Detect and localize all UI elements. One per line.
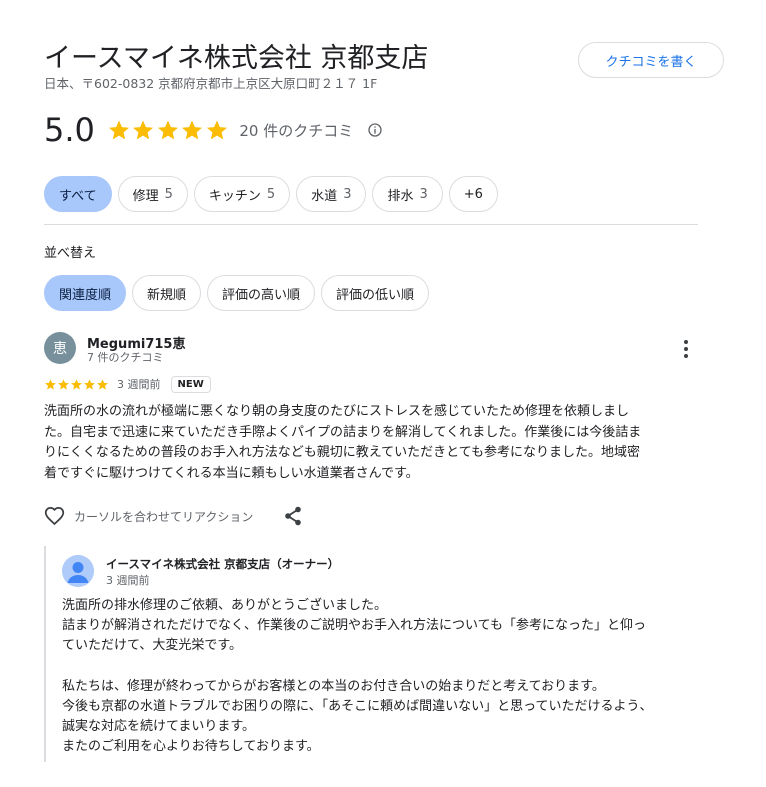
review-text-line: た。自宅まで迅速に来ていただき手際よくパイプの詰まりを解消してくれました。作業後…	[44, 424, 642, 440]
review-stars	[44, 378, 109, 391]
reaction-label: カーソルを合わせてリアクション	[74, 509, 254, 524]
review-count: 20 件のクチコミ	[239, 121, 354, 140]
sort-newest[interactable]: 新規順	[132, 275, 202, 311]
business-address: 日本、〒602-0832 京都府京都市上京区大原口町２１７ 1F	[44, 76, 378, 91]
filter-chip-repair[interactable]: 修理 5	[117, 176, 188, 212]
rating-summary: 5.0 20 件のクチコミ	[44, 108, 383, 152]
heart-outline-icon[interactable]	[44, 506, 65, 527]
reaction-button[interactable]: カーソルを合わせてリアクション	[44, 505, 253, 527]
share-icon[interactable]	[284, 506, 302, 526]
star-icon	[133, 120, 154, 140]
star-icon	[45, 378, 56, 390]
owner-reply-line: 誠実な対応を続けてまいります。	[62, 719, 256, 735]
filter-chip-water[interactable]: 水道 3	[296, 176, 367, 212]
default-user-icon	[62, 555, 94, 587]
new-badge: NEW	[170, 375, 211, 393]
review-text-line: 洗面所の水の流れが極端に悪くなり朝の身支度のたびにストレスを感じていたため修理を…	[44, 404, 630, 419]
owner-reply-line: 私たちは、修理が終わってからがお客様との本当のお付き合いの始まりだと考えておりま…	[62, 678, 605, 694]
info-icon[interactable]	[367, 122, 383, 138]
star-icon	[97, 378, 108, 390]
reviewer-meta: 7 件のクチコミ	[87, 351, 164, 364]
owner-reply-border	[44, 546, 46, 762]
owner-reply-line: ていただけて、大変光栄です。	[62, 638, 243, 654]
more-vert-icon[interactable]	[676, 338, 696, 360]
sort-lowest[interactable]: 評価の低い順	[321, 275, 430, 311]
owner-reply-line: 洗面所の排水修理のご依頼、ありがとうございました。	[62, 598, 388, 613]
write-review-button[interactable]: クチコミを書く	[578, 42, 724, 78]
sort-highest[interactable]: 評価の高い順	[207, 275, 316, 311]
review-text-line: りにくくなるための普段のお手入れ方法なども親切に教えていただきとても参考になりま…	[44, 445, 641, 461]
star-icon	[182, 120, 203, 140]
star-icon	[108, 120, 129, 140]
owner-reply-line: 詰まりが解消されただけでなく、作業後のご説明やお手入れ方法についても「参考になっ…	[62, 618, 646, 634]
owner-reply-gap	[62, 657, 702, 677]
rating-value: 5.0	[44, 111, 95, 149]
filter-chip-drain[interactable]: 排水 3	[372, 176, 443, 212]
star-icon	[58, 378, 69, 390]
owner-reply-date: 3 週間前	[106, 574, 150, 587]
reviewer-avatar[interactable]: 恵	[44, 332, 76, 364]
rating-stars	[107, 118, 230, 142]
filter-chip-more[interactable]: +6	[448, 176, 498, 212]
business-name: イースマイネ株式会社 京都支店	[44, 43, 429, 74]
sort-chips: 関連度順 新規順 評価の高い順 評価の低い順	[44, 275, 430, 311]
star-icon	[84, 378, 95, 390]
owner-name: イースマイネ株式会社 京都支店（オーナー）	[106, 557, 340, 571]
star-icon	[206, 120, 227, 140]
filter-chips: すべて 修理 5 キッチン 5 水道 3 排水 3 +6	[44, 176, 498, 212]
owner-reply-line: またのご利用を心よりお待ちしております。	[62, 739, 320, 755]
filter-chip-kitchen[interactable]: キッチン 5	[193, 176, 291, 212]
star-icon	[71, 378, 82, 390]
star-icon	[157, 120, 178, 140]
owner-reply-text: 洗面所の排水修理のご依頼、ありがとうございました。 詰まりが解消されただけでなく…	[62, 596, 702, 758]
review-rating-row: 3 週間前 NEW	[44, 373, 211, 395]
sort-relevance[interactable]: 関連度順	[44, 275, 127, 311]
review-date: 3 週間前	[117, 378, 161, 391]
review-text-line: 着ですぐに駆けつけてくれる本当に頼もしい水道業者さんです。	[44, 465, 419, 481]
filter-chip-all[interactable]: すべて	[44, 176, 112, 212]
sort-label: 並べ替え	[44, 246, 97, 261]
owner-reply-line: 今後も京都の水道トラブルでお困りの際に、「あそこに頼めば間違いない」と思っていた…	[62, 699, 653, 714]
review-text: 洗面所の水の流れが極端に悪くなり朝の身支度のたびにストレスを感じていたため修理を…	[44, 402, 704, 484]
divider	[44, 224, 698, 225]
